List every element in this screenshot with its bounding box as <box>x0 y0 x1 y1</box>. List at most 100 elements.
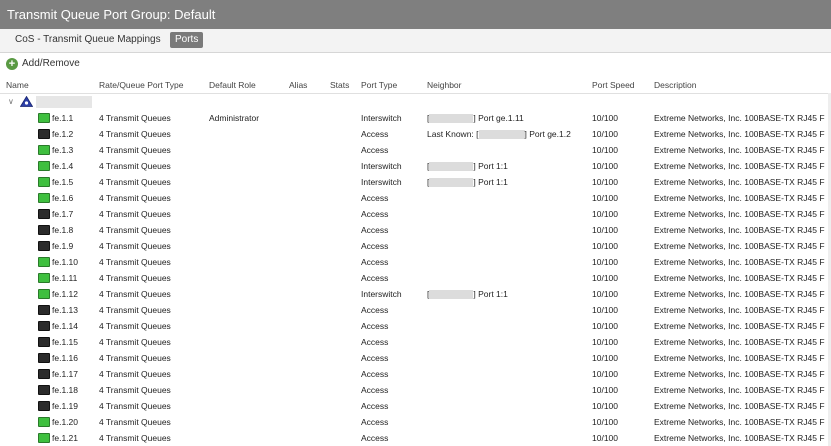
port-description: Extreme Networks, Inc. 100BASE-TX RJ45 F <box>654 241 825 251</box>
table-row[interactable]: fe.1.14 4 Transmit Queues Access 10/100 Extr… <box>0 318 831 334</box>
table-row[interactable]: fe.1.17 4 Transmit Queues Access 10/100 Extr… <box>0 366 831 382</box>
port-name: fe.1.2 <box>52 129 74 139</box>
port-speed: 10/100 <box>592 321 618 331</box>
port-black-icon <box>38 321 50 331</box>
table-row[interactable]: fe.1.3 4 Transmit Queues Access 10/100 Extre… <box>0 142 831 158</box>
neighbor-port: ] Port 1:1 <box>473 289 508 299</box>
port-speed: 10/100 <box>592 209 618 219</box>
table-row[interactable]: fe.1.8 4 Transmit Queues Access 10/100 Extre… <box>0 222 831 238</box>
table-row[interactable]: fe.1.13 4 Transmit Queues Access 10/100 Extr… <box>0 302 831 318</box>
add-remove-button[interactable]: Add/Remove <box>22 58 80 69</box>
table-row[interactable]: fe.1.12 4 Transmit Queues Interswitch 10/10… <box>0 286 831 302</box>
port-type: Access <box>361 401 389 411</box>
add-icon[interactable]: + <box>6 58 18 70</box>
table-row[interactable]: fe.1.6 4 Transmit Queues Access 10/100 Extre… <box>0 190 831 206</box>
rate-queue-port-type: 4 Transmit Queues <box>99 353 171 363</box>
neighbor: Last Known: [] Port ge.1.2 <box>427 129 571 140</box>
port-type: Access <box>361 353 389 363</box>
column-header-port-speed[interactable]: Port Speed <box>592 80 635 90</box>
rate-queue-port-type: 4 Transmit Queues <box>99 337 171 347</box>
port-description: Extreme Networks, Inc. 100BASE-TX RJ45 F <box>654 289 825 299</box>
table-row[interactable]: fe.1.5 4 Transmit Queues Interswitch 10/100… <box>0 174 831 190</box>
table-row[interactable]: fe.1.2 4 Transmit Queues Access 10/100 Extre… <box>0 126 831 142</box>
tab-bar: CoS - Transmit Queue Mappings Ports <box>0 29 831 53</box>
table-row[interactable]: fe.1.19 4 Transmit Queues Access 10/100 Extr… <box>0 398 831 414</box>
table-row[interactable]: fe.1.15 4 Transmit Queues Access 10/100 Extr… <box>0 334 831 350</box>
port-green-icon <box>38 177 50 187</box>
port-description: Extreme Networks, Inc. 100BASE-TX RJ45 F <box>654 337 825 347</box>
port-black-icon <box>38 241 50 251</box>
rate-queue-port-type: 4 Transmit Queues <box>99 385 171 395</box>
table-row[interactable]: fe.1.4 4 Transmit Queues Interswitch 10/100… <box>0 158 831 174</box>
port-black-icon <box>38 337 50 347</box>
port-type: Interswitch <box>361 113 402 123</box>
port-description: Extreme Networks, Inc. 100BASE-TX RJ45 F <box>654 145 825 155</box>
port-type: Access <box>361 257 389 267</box>
port-name: fe.1.21 <box>52 433 78 443</box>
port-description: Extreme Networks, Inc. 100BASE-TX RJ45 F <box>654 321 825 331</box>
port-type: Access <box>361 193 389 203</box>
tab-ports[interactable]: Ports <box>170 32 204 48</box>
table-row[interactable]: fe.1.11 4 Transmit Queues Access 10/100 Extr… <box>0 270 831 286</box>
port-speed: 10/100 <box>592 193 618 203</box>
rate-queue-port-type: 4 Transmit Queues <box>99 257 171 267</box>
column-header-name[interactable]: Name <box>6 80 29 90</box>
neighbor-port: ] Port 1:1 <box>473 177 508 187</box>
column-header-rate-queue-port-type[interactable]: Rate/Queue Port Type <box>99 80 183 90</box>
port-black-icon <box>38 129 50 139</box>
table-row[interactable]: fe.1.21 4 Transmit Queues Access 10/100 Extr… <box>0 430 831 446</box>
column-header-stats[interactable]: Stats <box>330 80 349 90</box>
port-description: Extreme Networks, Inc. 100BASE-TX RJ45 F <box>654 225 825 235</box>
tab-cos-transmit-queue-mappings[interactable]: CoS - Transmit Queue Mappings <box>10 32 166 48</box>
port-speed: 10/100 <box>592 305 618 315</box>
port-speed: 10/100 <box>592 145 618 155</box>
neighbor-redacted <box>429 114 474 124</box>
column-header-port-type[interactable]: Port Type <box>361 80 397 90</box>
port-description: Extreme Networks, Inc. 100BASE-TX RJ45 F <box>654 305 825 315</box>
port-description: Extreme Networks, Inc. 100BASE-TX RJ45 F <box>654 209 825 219</box>
neighbor: [] Port 1:1 <box>427 177 508 188</box>
port-type: Access <box>361 369 389 379</box>
device-triangle-icon <box>20 96 33 107</box>
chevron-down-icon[interactable]: ∨ <box>8 97 14 106</box>
port-name: fe.1.9 <box>52 241 74 251</box>
port-description: Extreme Networks, Inc. 100BASE-TX RJ45 F <box>654 177 825 187</box>
port-speed: 10/100 <box>592 433 618 443</box>
port-speed: 10/100 <box>592 257 618 267</box>
table-row[interactable]: fe.1.1 4 Transmit Queues Administrator Inte… <box>0 110 831 126</box>
rate-queue-port-type: 4 Transmit Queues <box>99 241 171 251</box>
device-group-row[interactable]: ∨ <box>0 93 831 109</box>
rate-queue-port-type: 4 Transmit Queues <box>99 209 171 219</box>
port-speed: 10/100 <box>592 177 618 187</box>
rate-queue-port-type: 4 Transmit Queues <box>99 225 171 235</box>
port-type: Access <box>361 241 389 251</box>
port-type: Access <box>361 433 389 443</box>
rate-queue-port-type: 4 Transmit Queues <box>99 401 171 411</box>
port-speed: 10/100 <box>592 401 618 411</box>
port-name: fe.1.1 <box>52 113 74 123</box>
rate-queue-port-type: 4 Transmit Queues <box>99 289 171 299</box>
port-type: Access <box>361 129 389 139</box>
table-row[interactable]: fe.1.16 4 Transmit Queues Access 10/100 Extr… <box>0 350 831 366</box>
table-row[interactable]: fe.1.18 4 Transmit Queues Access 10/100 Extr… <box>0 382 831 398</box>
column-header-alias[interactable]: Alias <box>289 80 307 90</box>
table-row[interactable]: fe.1.20 4 Transmit Queues Access 10/100 Extr… <box>0 414 831 430</box>
table-row[interactable]: fe.1.7 4 Transmit Queues Access 10/100 Extre… <box>0 206 831 222</box>
column-header-description[interactable]: Description <box>654 80 697 90</box>
table-row[interactable]: fe.1.9 4 Transmit Queues Access 10/100 Extre… <box>0 238 831 254</box>
port-type: Access <box>361 321 389 331</box>
port-description: Extreme Networks, Inc. 100BASE-TX RJ45 F <box>654 273 825 283</box>
column-header-default-role[interactable]: Default Role <box>209 80 256 90</box>
table-header: Name Rate/Queue Port Type Default Role A… <box>0 77 831 93</box>
column-header-neighbor[interactable]: Neighbor <box>427 80 462 90</box>
port-description: Extreme Networks, Inc. 100BASE-TX RJ45 F <box>654 417 825 427</box>
rate-queue-port-type: 4 Transmit Queues <box>99 417 171 427</box>
port-green-icon <box>38 273 50 283</box>
neighbor-redacted <box>429 178 474 188</box>
port-description: Extreme Networks, Inc. 100BASE-TX RJ45 F <box>654 369 825 379</box>
port-green-icon <box>38 257 50 267</box>
port-speed: 10/100 <box>592 417 618 427</box>
table-row[interactable]: fe.1.10 4 Transmit Queues Access 10/100 Extr… <box>0 254 831 270</box>
rate-queue-port-type: 4 Transmit Queues <box>99 129 171 139</box>
rate-queue-port-type: 4 Transmit Queues <box>99 305 171 315</box>
